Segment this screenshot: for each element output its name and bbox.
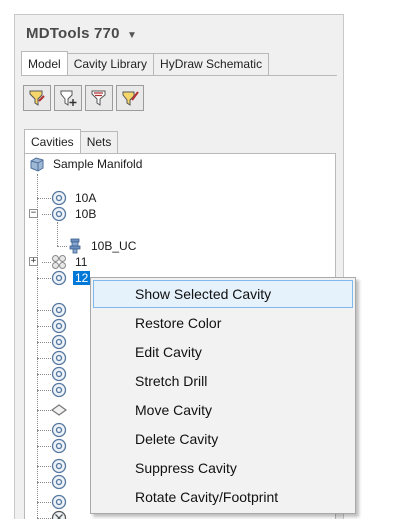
tab-cavity-library[interactable]: Cavity Library <box>66 53 155 75</box>
cavity-group-icon <box>51 254 67 270</box>
tree-connector <box>37 374 51 375</box>
sub-tabs: Cavities Nets <box>24 129 119 153</box>
tree-item-label-selected: 12 <box>73 271 91 285</box>
cavity-icon[interactable] <box>51 382 67 398</box>
app-title: MDTools 770 <box>26 25 120 42</box>
tree-item-label: 10B_UC <box>91 239 137 253</box>
tree-item-11[interactable]: 11 <box>51 254 89 270</box>
main-tabs: Model Cavity Library HyDraw Schematic <box>21 51 270 75</box>
tree-connector <box>57 222 58 246</box>
tree-connector <box>57 246 67 247</box>
cavity-icon[interactable] <box>51 318 67 334</box>
expand-toggle-11[interactable]: + <box>29 257 38 266</box>
tree-connector <box>37 410 51 411</box>
cavity-icon[interactable] <box>51 422 67 438</box>
suppressed-cavity-icon[interactable] <box>51 510 67 519</box>
cavity-filter-button[interactable] <box>23 85 51 111</box>
cavity-icon <box>51 206 67 222</box>
cavity-add-button[interactable] <box>54 85 82 111</box>
cavity-icon[interactable] <box>51 350 67 366</box>
tree-connector <box>37 278 51 279</box>
cavity-icon <box>51 190 67 206</box>
cavity-add-icon <box>60 90 77 106</box>
cavity-icon[interactable] <box>51 494 67 510</box>
tree-item-10a[interactable]: 10A <box>51 190 98 206</box>
tree-connector <box>37 358 51 359</box>
tab-cavities[interactable]: Cavities <box>24 129 81 153</box>
component-icon <box>67 238 83 254</box>
cavity-edit-icon <box>122 91 139 106</box>
tree-connector <box>37 198 51 199</box>
menu-item-rotate-cavity-footprint[interactable]: Rotate Cavity/Footprint <box>93 483 353 511</box>
cavity-icon[interactable] <box>51 366 67 382</box>
diamond-cavity-icon[interactable] <box>50 402 68 418</box>
tree-item-12[interactable]: 12 <box>51 270 91 286</box>
menu-item-delete-cavity[interactable]: Delete Cavity <box>93 425 353 453</box>
tree-connector <box>37 342 51 343</box>
menu-item-stretch-drill[interactable]: Stretch Drill <box>93 367 353 395</box>
tree-connector <box>37 310 51 311</box>
tree-connector <box>42 214 51 215</box>
tree-item-10b-uc[interactable]: 10B_UC <box>67 238 138 254</box>
tab-divider <box>21 75 337 76</box>
cavity-icon[interactable] <box>51 334 67 350</box>
cavity-icon[interactable] <box>51 302 67 318</box>
tree-root-sample-manifold[interactable]: Sample Manifold <box>29 156 144 172</box>
cavity-icon[interactable] <box>51 458 67 474</box>
tree-root-label: Sample Manifold <box>53 157 143 171</box>
chevron-down-icon: ▼ <box>126 30 138 41</box>
tab-hydraw-schematic[interactable]: HyDraw Schematic <box>153 53 270 75</box>
app-title-dropdown[interactable]: MDTools 770 ▼ <box>26 25 137 42</box>
tab-model[interactable]: Model <box>21 51 68 75</box>
tree-item-10b[interactable]: 10B <box>51 206 98 222</box>
tree-connector <box>37 390 51 391</box>
cavity-icon[interactable] <box>51 438 67 454</box>
tree-connector <box>37 326 51 327</box>
tree-connector <box>37 430 51 431</box>
collapse-toggle-10b[interactable]: − <box>29 209 38 218</box>
manifold-block-icon <box>29 156 45 172</box>
tree-connector <box>42 262 51 263</box>
cavity-icon <box>51 270 67 286</box>
tree-connector <box>37 466 51 467</box>
tab-nets[interactable]: Nets <box>79 131 119 153</box>
cavity-list-button[interactable] <box>85 85 113 111</box>
cavity-context-menu: Show Selected Cavity Restore Color Edit … <box>90 277 356 514</box>
cavity-filter-icon <box>29 90 45 106</box>
cavity-icon[interactable] <box>51 474 67 490</box>
tree-connector <box>37 174 38 519</box>
tree-item-label: 11 <box>75 255 88 269</box>
menu-item-show-selected-cavity[interactable]: Show Selected Cavity <box>93 280 353 308</box>
cavity-list-icon <box>91 90 106 106</box>
toolbar <box>23 85 144 111</box>
tree-item-label: 10B <box>75 207 97 221</box>
tree-connector <box>37 502 51 503</box>
menu-item-edit-cavity[interactable]: Edit Cavity <box>93 338 353 366</box>
menu-item-move-cavity[interactable]: Move Cavity <box>93 396 353 424</box>
cavity-edit-button[interactable] <box>116 85 144 111</box>
tree-connector <box>37 446 51 447</box>
tree-item-label: 10A <box>75 191 97 205</box>
tree-connector <box>37 482 51 483</box>
menu-item-restore-color[interactable]: Restore Color <box>93 309 353 337</box>
menu-item-suppress-cavity[interactable]: Suppress Cavity <box>93 454 353 482</box>
